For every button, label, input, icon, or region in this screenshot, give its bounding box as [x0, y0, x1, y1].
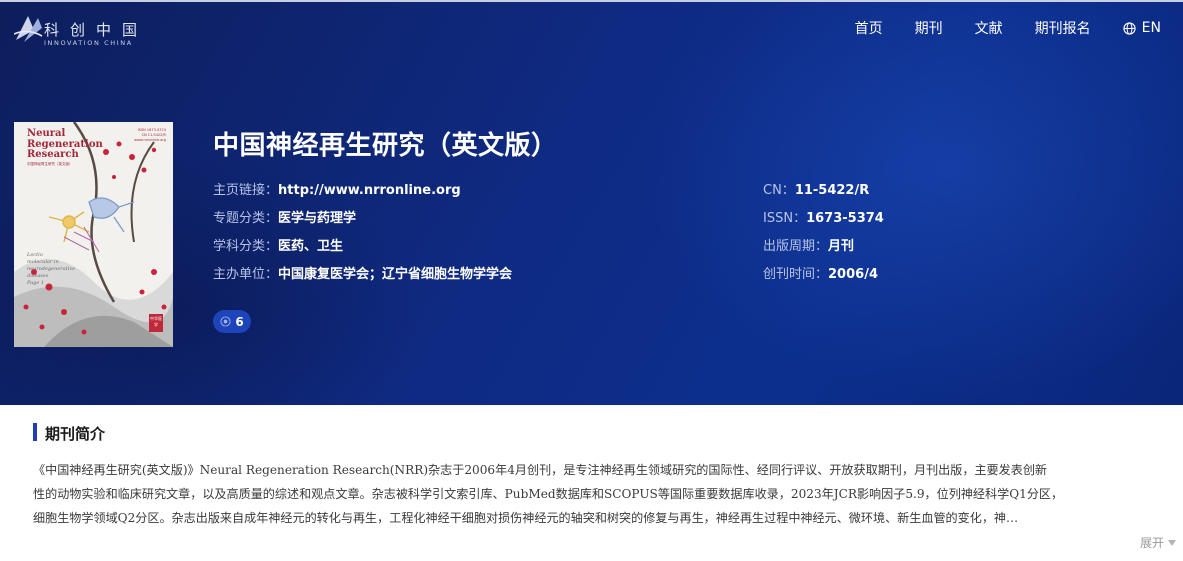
- info-cycle-label: 出版周期：: [763, 239, 829, 254]
- info-discipline: 学科分类：医药、卫生: [213, 235, 343, 254]
- nav-item-home[interactable]: 首页: [855, 18, 883, 38]
- section-accent-bar: [33, 423, 37, 441]
- cover-seal: 中华医学: [149, 314, 163, 332]
- intro-text-line: 细胞生物学领域Q2分区。杂志出版来自成年神经元的转化与再生，工程化神经干细胞对损…: [33, 511, 1019, 525]
- nav-item-literature[interactable]: 文献: [975, 18, 1003, 38]
- info-issn: ISSN：1673-5374: [763, 207, 884, 226]
- cover-subtitle: 中国神经再生研究（英文版）: [27, 162, 73, 166]
- expand-label: 展开: [1139, 536, 1164, 550]
- info-sponsor-value: 中国康复医学会；辽宁省细胞生物学学会: [278, 267, 513, 282]
- info-homepage: 主页链接：http://www.nrronline.org: [213, 179, 461, 198]
- info-discipline-label: 学科分类：: [213, 239, 279, 254]
- info-issn-label: ISSN：: [763, 211, 807, 226]
- journal-intro-section: 期刊简介 《中国神经再生研究(英文版)》Neural Regeneration …: [13, 405, 1183, 561]
- info-topic-value: 医学与药理学: [278, 211, 357, 226]
- intro-text-line: 《中国神经再生研究(英文版)》Neural Regeneration Resea…: [33, 463, 1048, 477]
- intro-text-line: 性的动物实验和临床研究文章，以及高质量的综述和观点文章。杂志被科学引文索引库、P…: [33, 487, 1064, 501]
- intro-text: 《中国神经再生研究(英文版)》Neural Regeneration Resea…: [33, 458, 1173, 530]
- view-count: 6: [235, 314, 244, 329]
- main-nav: 首页 期刊 文献 期刊报名 EN: [823, 18, 1161, 38]
- info-homepage-label: 主页链接：: [213, 183, 279, 198]
- info-sponsor: 主办单位：中国康复医学会；辽宁省细胞生物学学会: [213, 263, 512, 282]
- info-topic-label: 专题分类：: [213, 211, 279, 226]
- globe-icon: [1123, 21, 1136, 35]
- logo-text-cn: 科创中国: [44, 21, 149, 39]
- info-topic: 专题分类：医学与药理学: [213, 207, 356, 226]
- top-divider: [0, 0, 1183, 2]
- info-cycle: 出版周期：月刊: [763, 235, 854, 254]
- logo-text-en: INNOVATION CHINA: [44, 39, 133, 47]
- journal-title: 中国神经再生研究（英文版）: [213, 131, 558, 161]
- eye-icon: [220, 316, 231, 327]
- site-logo[interactable]: 科创中国 INNOVATION CHINA: [14, 12, 154, 48]
- caret-down-icon: [1168, 539, 1176, 546]
- cover-feature-text: Lectio molecular in neurodegenerative di…: [27, 252, 76, 286]
- info-cn-value: 11-5422/R: [794, 183, 870, 198]
- info-founded-label: 创刊时间：: [763, 267, 829, 282]
- nav-item-journals[interactable]: 期刊: [915, 18, 943, 38]
- logo-mark-icon: [14, 16, 43, 42]
- cover-title: Neural Regeneration Research: [27, 128, 103, 160]
- info-discipline-value: 医药、卫生: [278, 239, 344, 254]
- info-issn-value: 1673-5374: [806, 211, 884, 226]
- info-homepage-link[interactable]: http://www.nrronline.org: [278, 183, 461, 198]
- view-count-badge: 6: [213, 310, 251, 333]
- info-cn: CN：11-5422/R: [763, 179, 869, 198]
- nav-item-journal-signup[interactable]: 期刊报名: [1035, 18, 1091, 38]
- info-founded-value: 2006/4: [828, 267, 878, 282]
- info-cn-label: CN：: [763, 183, 795, 198]
- info-sponsor-label: 主办单位：: [213, 267, 279, 282]
- journal-cover-image[interactable]: Neural Regeneration Research 中国神经再生研究（英文…: [14, 122, 173, 347]
- expand-button[interactable]: 展开: [1140, 534, 1176, 551]
- cover-issn-text: ISSN 1673-5374 CN 11-5422/R www.nrronlin…: [134, 128, 166, 142]
- intro-heading: 期刊简介: [45, 425, 106, 443]
- hero-banner: [0, 0, 1183, 405]
- info-cycle-value: 月刊: [828, 239, 855, 254]
- language-switch[interactable]: EN: [1123, 20, 1161, 36]
- info-founded: 创刊时间：2006/4: [763, 263, 878, 282]
- language-label: EN: [1141, 20, 1161, 36]
